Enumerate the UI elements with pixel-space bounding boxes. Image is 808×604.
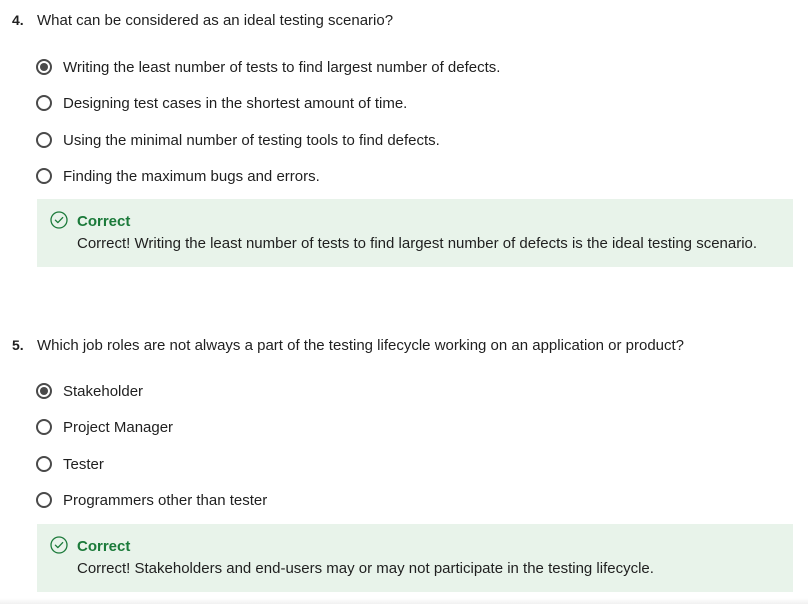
answer-option-label: Tester <box>63 455 104 473</box>
answer-option-3[interactable]: Tester <box>36 452 104 476</box>
answer-option-4[interactable]: Finding the maximum bugs and errors. <box>36 164 320 188</box>
feedback-panel: Correct Correct! Writing the least numbe… <box>37 199 793 267</box>
answer-option-2[interactable]: Designing test cases in the shortest amo… <box>36 91 407 115</box>
answer-option-4[interactable]: Programmers other than tester <box>36 488 267 512</box>
radio-button-selected[interactable] <box>36 383 52 399</box>
answer-option-1[interactable]: Stakeholder <box>36 379 143 403</box>
radio-button[interactable] <box>36 456 52 472</box>
question-number: 5. <box>12 337 24 353</box>
feedback-panel: Correct Correct! Stakeholders and end-us… <box>37 524 793 592</box>
answer-option-2[interactable]: Project Manager <box>36 415 173 439</box>
question-text: Which job roles are not always a part of… <box>37 337 685 354</box>
radio-button[interactable] <box>36 132 52 148</box>
answer-option-3[interactable]: Using the minimal number of testing tool… <box>36 128 440 152</box>
check-circle-icon <box>50 536 68 554</box>
question-header: 5. Which job roles are not always a part… <box>12 337 684 354</box>
radio-button[interactable] <box>36 492 52 508</box>
answer-option-label: Writing the least number of tests to fin… <box>63 58 501 76</box>
answer-option-label: Finding the maximum bugs and errors. <box>63 167 320 185</box>
answer-option-label: Stakeholder <box>63 382 144 400</box>
radio-button-selected[interactable] <box>36 59 52 75</box>
question-header: 4. What can be considered as an ideal te… <box>12 12 393 29</box>
radio-button[interactable] <box>36 95 52 111</box>
radio-button[interactable] <box>36 419 52 435</box>
answer-option-1[interactable]: Writing the least number of tests to fin… <box>36 55 500 79</box>
question-number: 4. <box>12 12 24 28</box>
feedback-text: Correct! Stakeholders and end-users may … <box>77 560 654 577</box>
answer-option-label: Programmers other than tester <box>63 491 268 509</box>
bottom-fade-divider <box>0 598 808 604</box>
feedback-title: Correct <box>77 213 131 230</box>
question-text: What can be considered as an ideal testi… <box>37 12 394 29</box>
answer-option-label: Designing test cases in the shortest amo… <box>63 94 408 112</box>
radio-button[interactable] <box>36 168 52 184</box>
answer-option-label: Using the minimal number of testing tool… <box>63 131 440 149</box>
feedback-title: Correct <box>77 538 131 555</box>
answer-option-label: Project Manager <box>63 418 174 436</box>
check-circle-icon <box>50 211 68 229</box>
feedback-text: Correct! Writing the least number of tes… <box>77 235 758 252</box>
